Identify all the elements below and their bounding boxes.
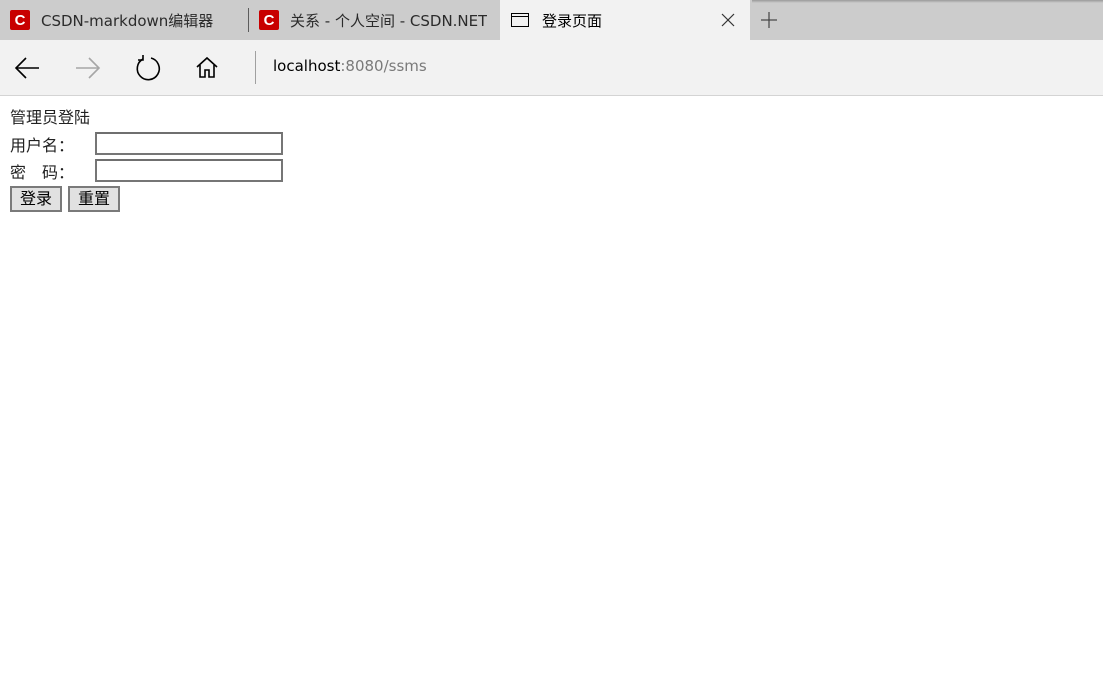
refresh-button[interactable]: [132, 52, 164, 84]
forward-button[interactable]: [72, 52, 104, 84]
tab-csdn-relations[interactable]: C 关系 - 个人空间 - CSDN.NET: [250, 0, 500, 40]
home-button[interactable]: [191, 52, 223, 84]
arrow-right-icon: [76, 57, 101, 79]
username-label: 用户名：: [10, 135, 75, 155]
username-row: 用户名：: [10, 130, 283, 157]
close-icon: [721, 13, 735, 27]
tab-bar: C CSDN-markdown编辑器 C 关系 - 个人空间 - CSDN.NE…: [0, 0, 1103, 40]
arrow-left-icon: [14, 57, 39, 79]
page-title: 管理员登陆: [10, 108, 91, 127]
tab-title: 关系 - 个人空间 - CSDN.NET: [290, 11, 488, 30]
tab-csdn-markdown[interactable]: C CSDN-markdown编辑器: [0, 0, 250, 40]
form-actions: 登录 重置: [10, 186, 283, 212]
tab-divider: [248, 8, 249, 32]
window-shadow: [752, 0, 1103, 3]
plus-icon: [761, 12, 777, 28]
tab-login-page[interactable]: 登录页面: [500, 0, 750, 40]
new-tab-button[interactable]: [757, 8, 781, 32]
back-button[interactable]: [11, 52, 43, 84]
password-input[interactable]: [95, 159, 283, 182]
password-row: 密 码：: [10, 157, 283, 184]
address-divider: [255, 51, 256, 84]
login-button[interactable]: 登录: [10, 186, 63, 212]
close-tab-button[interactable]: [718, 10, 738, 30]
username-input[interactable]: [95, 132, 283, 155]
tab-title: 登录页面: [542, 11, 603, 30]
refresh-icon: [136, 55, 160, 81]
login-form: 管理员登陆 用户名： 密 码： 登录 重置: [10, 106, 283, 212]
csdn-logo-icon: C: [10, 10, 30, 30]
reset-button[interactable]: 重置: [68, 186, 121, 212]
csdn-logo-icon: C: [259, 10, 279, 30]
address-bar[interactable]: localhost:8080/ssms: [273, 56, 427, 76]
address-port-path: :8080/ssms: [340, 57, 427, 75]
home-icon: [196, 56, 218, 78]
navigation-toolbar: localhost:8080/ssms: [0, 40, 1103, 96]
password-label: 密 码：: [10, 162, 75, 182]
address-host: localhost: [273, 57, 341, 75]
tab-title: CSDN-markdown编辑器: [41, 11, 214, 30]
page-icon: [511, 13, 529, 27]
